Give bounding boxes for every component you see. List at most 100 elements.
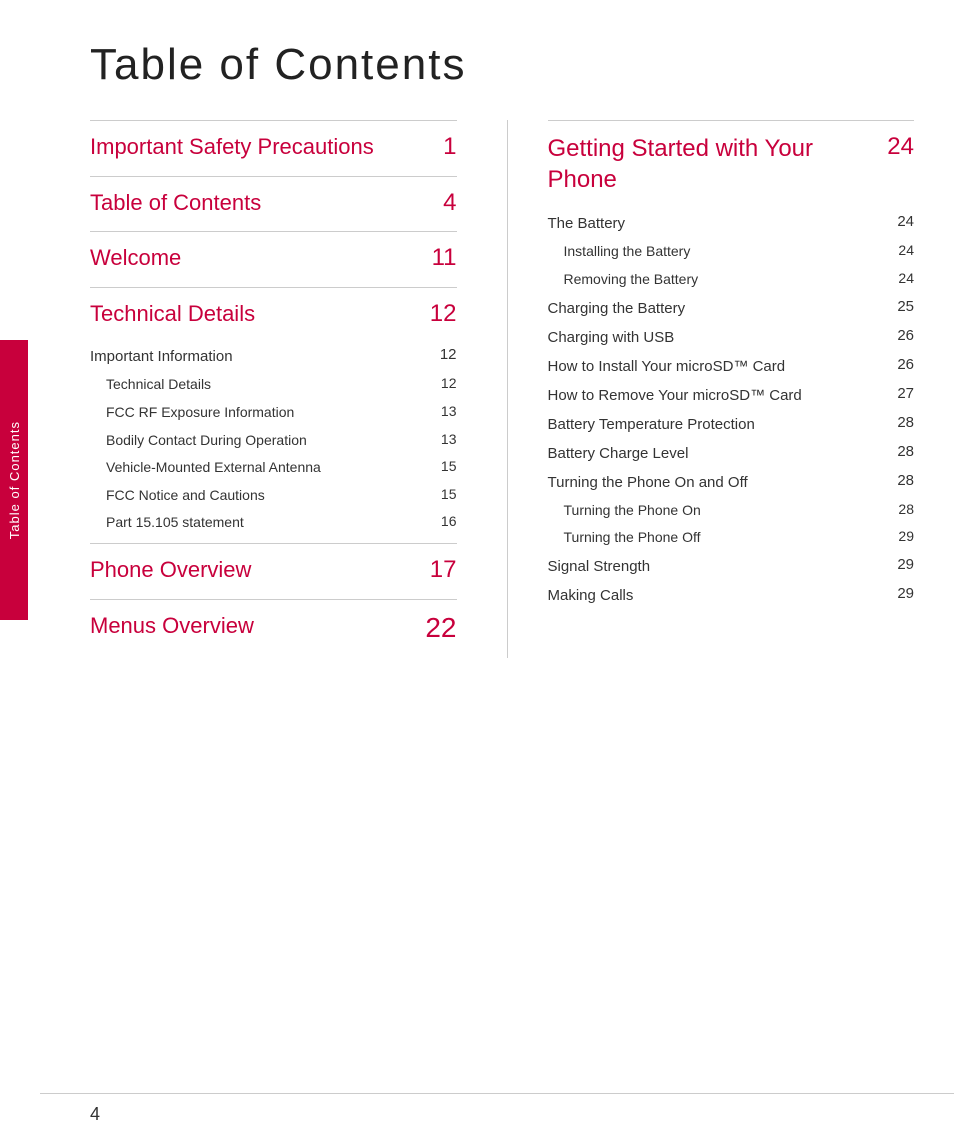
toc-label-signal-strength: Signal Strength bbox=[548, 556, 890, 577]
toc-label-install-microsd: How to Install Your microSD™ Card bbox=[548, 356, 890, 377]
toc-label-remove-microsd: How to Remove Your microSD™ Card bbox=[548, 385, 890, 406]
section-page-toc: 4 bbox=[427, 189, 457, 217]
main-content: Table of Contents Important Safety Preca… bbox=[40, 0, 954, 1093]
columns-layout: Important Safety Precautions 1 Table of … bbox=[90, 120, 914, 658]
section-title-toc: Table of Contents bbox=[90, 189, 427, 218]
section-welcome: Welcome 11 bbox=[90, 244, 457, 273]
column-separator bbox=[507, 120, 508, 658]
toc-label-removing-battery: Removing the Battery bbox=[548, 270, 890, 290]
toc-page-charging-battery: 25 bbox=[889, 298, 914, 315]
toc-label-tech-details: Technical Details bbox=[90, 375, 432, 395]
section-menus-overview: Menus Overview 22 bbox=[90, 612, 457, 644]
toc-item-fcc-rf: FCC RF Exposure Information 13 bbox=[90, 399, 457, 427]
section-header-getting-started: Getting Started with Your Phone 24 bbox=[548, 133, 915, 195]
toc-label-battery-temp: Battery Temperature Protection bbox=[548, 414, 890, 435]
toc-page-the-battery: 24 bbox=[889, 213, 914, 230]
page: Table of Contents Table of Contents Impo… bbox=[0, 0, 954, 1145]
toc-item-tech-details: Technical Details 12 bbox=[90, 371, 457, 399]
toc-page-fcc-notice: 15 bbox=[432, 486, 457, 502]
page-number: 4 bbox=[90, 1104, 100, 1125]
toc-item-the-battery: The Battery 24 bbox=[548, 209, 915, 238]
toc-label-fcc-notice: FCC Notice and Cautions bbox=[90, 486, 432, 506]
toc-page-turning-on-off: 28 bbox=[889, 472, 914, 489]
toc-label-installing-battery: Installing the Battery bbox=[548, 242, 890, 262]
section-header-technical: Technical Details 12 bbox=[90, 300, 457, 329]
section-getting-started: Getting Started with Your Phone 24 The B… bbox=[548, 133, 915, 610]
toc-item-charging-battery: Charging the Battery 25 bbox=[548, 294, 915, 323]
section-title-welcome: Welcome bbox=[90, 244, 427, 273]
toc-page-vehicle-antenna: 15 bbox=[432, 458, 457, 474]
toc-item-battery-charge-level: Battery Charge Level 28 bbox=[548, 439, 915, 468]
toc-item-bodily-contact: Bodily Contact During Operation 13 bbox=[90, 427, 457, 455]
toc-item-fcc-notice: FCC Notice and Cautions 15 bbox=[90, 482, 457, 510]
toc-label-bodily-contact: Bodily Contact During Operation bbox=[90, 431, 432, 451]
toc-label-charging-battery: Charging the Battery bbox=[548, 298, 890, 319]
section-page-welcome: 11 bbox=[427, 244, 457, 272]
section-page-technical: 12 bbox=[427, 300, 457, 328]
section-title-phone-overview: Phone Overview bbox=[90, 556, 427, 585]
toc-page-battery-temp: 28 bbox=[889, 414, 914, 431]
toc-page-turning-off: 29 bbox=[889, 528, 914, 544]
toc-label-important-info: Important Information bbox=[90, 346, 432, 367]
page-title: Table of Contents bbox=[90, 40, 914, 90]
section-important-safety: Important Safety Precautions 1 bbox=[90, 133, 457, 162]
toc-item-making-calls: Making Calls 29 bbox=[548, 581, 915, 610]
section-header-toc: Table of Contents 4 bbox=[90, 189, 457, 218]
toc-page-install-microsd: 26 bbox=[889, 356, 914, 373]
toc-item-important-info: Important Information 12 bbox=[90, 342, 457, 371]
section-header-important-safety: Important Safety Precautions 1 bbox=[90, 133, 457, 162]
section-header-welcome: Welcome 11 bbox=[90, 244, 457, 273]
section-page-phone-overview: 17 bbox=[427, 556, 457, 584]
divider-2 bbox=[90, 176, 457, 177]
section-header-phone-overview: Phone Overview 17 bbox=[90, 556, 457, 585]
toc-label-turning-on: Turning the Phone On bbox=[548, 501, 890, 521]
divider-right-1 bbox=[548, 120, 915, 121]
toc-label-fcc-rf: FCC RF Exposure Information bbox=[90, 403, 432, 423]
sidebar-tab-label: Table of Contents bbox=[7, 421, 22, 539]
toc-item-turning-on: Turning the Phone On 28 bbox=[548, 497, 915, 525]
toc-item-vehicle-antenna: Vehicle-Mounted External Antenna 15 bbox=[90, 454, 457, 482]
toc-label-making-calls: Making Calls bbox=[548, 585, 890, 606]
section-title-important-safety: Important Safety Precautions bbox=[90, 133, 427, 162]
toc-page-part-15: 16 bbox=[432, 513, 457, 529]
toc-page-remove-microsd: 27 bbox=[889, 385, 914, 402]
section-page-menus-overview: 22 bbox=[425, 612, 456, 644]
toc-page-installing-battery: 24 bbox=[889, 242, 914, 258]
toc-page-signal-strength: 29 bbox=[889, 556, 914, 573]
toc-label-the-battery: The Battery bbox=[548, 213, 890, 234]
toc-label-charging-usb: Charging with USB bbox=[548, 327, 890, 348]
section-title-technical: Technical Details bbox=[90, 300, 427, 329]
toc-label-turning-on-off: Turning the Phone On and Off bbox=[548, 472, 890, 493]
divider-5 bbox=[90, 543, 457, 544]
toc-label-vehicle-antenna: Vehicle-Mounted External Antenna bbox=[90, 458, 432, 478]
section-phone-overview: Phone Overview 17 bbox=[90, 556, 457, 585]
toc-item-removing-battery: Removing the Battery 24 bbox=[548, 266, 915, 294]
section-title-getting-started: Getting Started with Your Phone bbox=[548, 133, 885, 195]
toc-item-signal-strength: Signal Strength 29 bbox=[548, 552, 915, 581]
toc-page-important-info: 12 bbox=[432, 346, 457, 363]
toc-label-part-15: Part 15.105 statement bbox=[90, 513, 432, 533]
toc-label-battery-charge-level: Battery Charge Level bbox=[548, 443, 890, 464]
section-technical-details: Technical Details 12 Important Informati… bbox=[90, 300, 457, 537]
toc-item-install-microsd: How to Install Your microSD™ Card 26 bbox=[548, 352, 915, 381]
toc-item-charging-usb: Charging with USB 26 bbox=[548, 323, 915, 352]
left-column: Important Safety Precautions 1 Table of … bbox=[90, 120, 477, 658]
toc-page-fcc-rf: 13 bbox=[432, 403, 457, 419]
toc-page-making-calls: 29 bbox=[889, 585, 914, 602]
toc-label-turning-off: Turning the Phone Off bbox=[548, 528, 890, 548]
toc-item-installing-battery: Installing the Battery 24 bbox=[548, 238, 915, 266]
divider-3 bbox=[90, 231, 457, 232]
section-page-getting-started: 24 bbox=[884, 133, 914, 161]
sidebar-tab: Table of Contents bbox=[0, 340, 28, 620]
toc-page-charging-usb: 26 bbox=[889, 327, 914, 344]
toc-page-tech-details: 12 bbox=[432, 375, 457, 391]
toc-page-battery-charge-level: 28 bbox=[889, 443, 914, 460]
divider-1 bbox=[90, 120, 457, 121]
section-title-menus-overview: Menus Overview bbox=[90, 612, 425, 641]
page-footer: 4 bbox=[40, 1093, 954, 1145]
divider-6 bbox=[90, 599, 457, 600]
toc-page-bodily-contact: 13 bbox=[432, 431, 457, 447]
toc-page-removing-battery: 24 bbox=[889, 270, 914, 286]
toc-item-remove-microsd: How to Remove Your microSD™ Card 27 bbox=[548, 381, 915, 410]
section-table-of-contents: Table of Contents 4 bbox=[90, 189, 457, 218]
